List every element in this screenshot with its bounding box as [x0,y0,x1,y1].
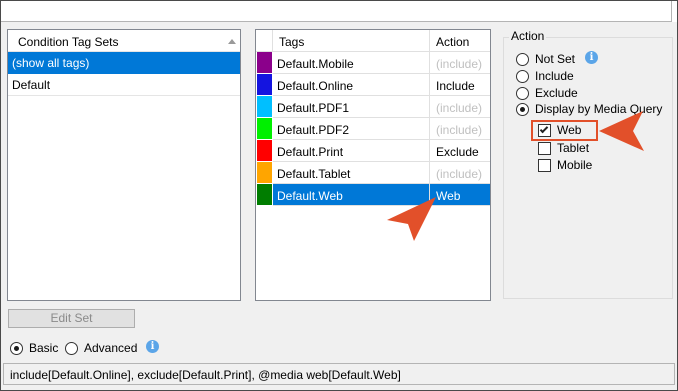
tag-set-item-label: Default [12,78,51,92]
column-header-action[interactable]: Action [430,30,490,52]
tag-row[interactable]: Default.Tablet (include) [256,162,490,184]
radio-include[interactable]: Include [516,69,574,83]
tag-color-swatch [257,118,272,139]
checkbox-web-label: Web [557,123,582,137]
tag-name-cell[interactable]: Default.Print [273,140,430,162]
callout-arrow-icon [599,111,644,151]
condition-tags-dialog: Condition Tag Sets (show all tags) Defau… [0,0,678,391]
tag-row[interactable]: Default.Mobile (include) [256,52,490,74]
tag-name: Default.PDF1 [277,101,350,115]
radio-include-circle[interactable] [516,69,529,83]
tag-name-cell[interactable]: Default.PDF2 [273,118,430,140]
top-bar [1,1,677,22]
condition-tag-sets-header-label: Condition Tag Sets [18,35,119,49]
grid-corner [256,30,273,52]
radio-advanced[interactable]: Advanced [65,341,137,355]
tag-action: (include) [436,167,483,181]
checkbox-web[interactable]: Web [538,123,581,137]
tag-set-item-label: (show all tags) [12,56,90,70]
radio-exclude-circle[interactable] [516,86,529,100]
tag-name-cell[interactable]: Default.Mobile [273,52,430,74]
tag-name: Default.PDF2 [277,123,350,137]
radio-basic[interactable]: Basic [10,341,58,355]
radio-display-by-media-query-circle[interactable] [516,102,529,116]
tag-action-cell[interactable]: (include) [430,52,490,74]
radio-advanced-circle[interactable] [65,341,78,355]
radio-include-label: Include [535,69,574,83]
tag-name: Default.Mobile [277,57,354,71]
tag-row[interactable]: Default.PDF1 (include) [256,96,490,118]
checkbox-mobile-label: Mobile [557,158,593,172]
tag-row[interactable]: Default.Print Exclude [256,140,490,162]
radio-exclude[interactable]: Exclude [516,86,578,100]
action-group-legend: Action [509,29,547,43]
tag-action: (include) [436,57,483,71]
tag-set-item-default[interactable]: Default [8,74,240,96]
checkbox-web-box[interactable] [538,123,551,137]
tag-name-cell[interactable]: Default.PDF1 [273,96,430,118]
tag-action-cell[interactable]: (include) [430,96,490,118]
expression-field[interactable]: include[Default.Online], exclude[Default… [3,363,675,385]
checkmark-icon [539,124,549,133]
radio-basic-label: Basic [29,341,59,355]
tag-color-swatch [257,184,272,205]
edit-set-button[interactable]: Edit Set [8,309,135,328]
callout-arrow-icon [387,197,436,241]
column-header-tags-label: Tags [279,35,305,49]
radio-not-set[interactable]: Not Set [516,52,575,66]
radio-not-set-label: Not Set [535,52,576,66]
top-bar-divider [671,1,677,22]
sort-ascending-icon [228,39,236,44]
tag-color-swatch [257,74,272,95]
tag-name: Default.Tablet [277,167,351,181]
radio-exclude-label: Exclude [535,86,578,100]
radio-not-set-circle[interactable] [516,52,529,66]
expression-text: include[Default.Online], exclude[Default… [10,368,401,382]
tag-row[interactable]: Default.Web Web [256,184,490,206]
tag-color-swatch [257,52,272,73]
checkbox-mobile[interactable]: Mobile [538,158,592,172]
checkbox-tablet-box[interactable] [538,141,551,155]
tag-name-cell[interactable]: Default.Online [273,74,430,96]
column-header-action-label: Action [436,35,470,49]
tag-action-cell[interactable]: (include) [430,118,490,140]
tag-action: (include) [436,101,483,115]
tag-set-item-show-all[interactable]: (show all tags) [8,52,240,74]
tag-action: Exclude [436,145,479,159]
tag-name: Default.Online [277,79,354,93]
tag-action: (include) [436,123,483,137]
tag-name-cell[interactable]: Default.Tablet [273,162,430,184]
info-icon[interactable]: i [146,340,159,353]
tag-name: Default.Web [277,189,343,203]
radio-advanced-label: Advanced [84,341,138,355]
tag-action-cell[interactable]: Exclude [430,140,490,162]
checkbox-tablet-label: Tablet [557,141,590,155]
radio-basic-circle[interactable] [10,341,23,355]
tag-row[interactable]: Default.Online Include [256,74,490,96]
tag-row[interactable]: Default.PDF2 (include) [256,118,490,140]
condition-tag-sets-list[interactable]: Condition Tag Sets (show all tags) Defau… [7,29,241,301]
checkbox-mobile-box[interactable] [538,158,551,172]
tags-grid: Tags Action Default.Mobile (include) Defau… [255,29,491,301]
tag-name: Default.Print [277,145,344,159]
tag-action-cell[interactable]: (include) [430,162,490,184]
tag-action-cell[interactable]: Include [430,74,490,96]
tag-color-swatch [257,162,272,183]
tag-color-swatch [257,140,272,161]
info-icon[interactable]: i [585,51,598,64]
column-header-tags[interactable]: Tags [273,30,430,52]
checkbox-tablet[interactable]: Tablet [538,141,589,155]
tag-action: Include [436,79,475,93]
tag-color-swatch [257,96,272,117]
condition-tag-sets-header[interactable]: Condition Tag Sets [8,30,240,52]
